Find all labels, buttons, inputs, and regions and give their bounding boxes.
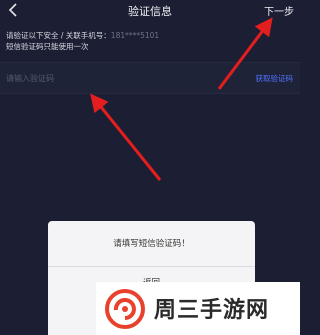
watermark-text: 周三手游网: [154, 298, 270, 323]
top-bar: 验证信息 下一步: [0, 0, 300, 22]
description-line-2: 短信验证码只能使用一次: [6, 42, 89, 51]
arrow-to-code-input: [90, 93, 162, 181]
watermark-banner: 周三手游网: [96, 282, 300, 335]
dialog-message: 请填写短信验证码！: [113, 239, 190, 249]
verification-code-input[interactable]: [6, 69, 196, 87]
verification-description: 请验证以下安全 / 关联手机号：181****5101 短信验证码只能使用一次: [6, 30, 159, 52]
verification-code-row: 获取验证码: [0, 62, 300, 94]
get-code-button[interactable]: 获取验证码: [256, 73, 294, 84]
masked-phone-number: 181****5101: [110, 31, 160, 40]
next-step-button[interactable]: 下一步: [264, 3, 294, 18]
page-title: 验证信息: [128, 5, 172, 18]
description-line-1: 请验证以下安全 / 关联手机号：181****5101: [6, 30, 159, 41]
site-logo-icon: [105, 289, 145, 329]
description-line-1-text: 请验证以下安全 / 关联手机号：: [6, 31, 111, 40]
verification-screen: 验证信息 下一步 请验证以下安全 / 关联手机号：181****5101 短信验…: [0, 0, 300, 335]
